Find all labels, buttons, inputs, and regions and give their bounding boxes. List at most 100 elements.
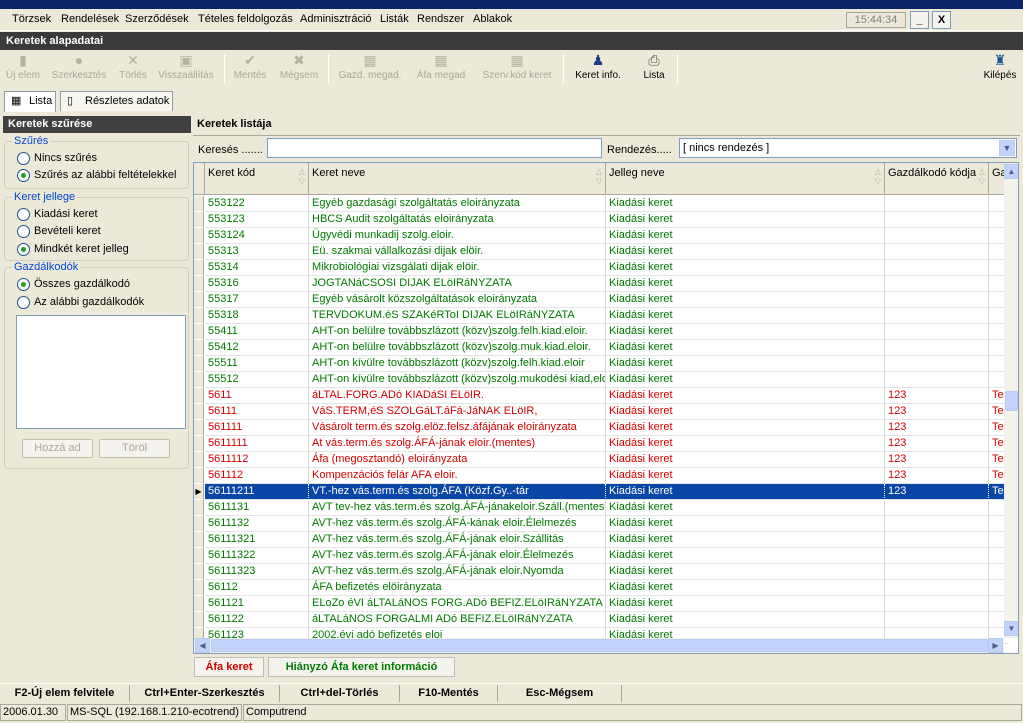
menu-rendelesek[interactable]: Rendelések — [61, 13, 119, 25]
row-indicator[interactable] — [194, 580, 204, 596]
radio-alabbi[interactable]: Az alábbi gazdálkodók — [17, 295, 144, 309]
table-row[interactable]: 55411 AHT-on belülre továbbszlázott (közv… — [194, 324, 1009, 340]
row-indicator[interactable] — [194, 436, 204, 452]
row-indicator[interactable] — [194, 388, 204, 404]
menu-listak[interactable]: Listák — [380, 13, 409, 25]
table-row[interactable]: 55317 Egyéb vásárolt közszolgáltatások el… — [194, 292, 1009, 308]
table-row[interactable]: 55313 Eü. szakmai vállalkozási dijak elöi… — [194, 244, 1009, 260]
row-indicator[interactable] — [194, 244, 204, 260]
save-button[interactable]: ✔ Mentés — [230, 52, 270, 86]
add-button[interactable]: Hozzá ad — [22, 439, 93, 458]
row-indicator[interactable] — [194, 340, 204, 356]
row-indicator[interactable] — [194, 596, 204, 612]
table-row[interactable]: 561112 Kompenzációs felár AFA eloir. Kiadá… — [194, 468, 1009, 484]
radio-beveteli[interactable]: Bevételi keret — [17, 224, 101, 238]
table-row[interactable]: 55314 Mikrobiológiai vizsgálati dijak elö… — [194, 260, 1009, 276]
close-button[interactable]: X — [932, 11, 951, 29]
table-row[interactable]: 55412 AHT-on belülre továbbszlázott (közv… — [194, 340, 1009, 356]
col-gazdalkodo-kod[interactable]: Gazdálkodó kódja △ ▽ — [885, 163, 989, 195]
table-row[interactable]: 55318 TERVDOKUM.éS SZAKéRToI DIJAK ELöIRá… — [194, 308, 1009, 324]
row-indicator[interactable] — [194, 404, 204, 420]
sort-select[interactable]: [ nincs rendezés ] ▼ — [679, 138, 1017, 158]
vertical-scrollbar[interactable]: ▲ ▼ — [1004, 163, 1018, 638]
gazd-megad-button[interactable]: ▦ Gazd. megad. — [334, 52, 406, 86]
horizontal-scrollbar[interactable]: ◀ ▶ — [194, 638, 1004, 653]
radio-kiadasi[interactable]: Kiadási keret — [17, 207, 98, 221]
table-row[interactable]: 56111321 AVT-hez vás.term.és szolg.ÁFÁ-já… — [194, 532, 1009, 548]
afa-megad-button[interactable]: ▦ Áfa megad — [411, 52, 471, 86]
table-row[interactable]: 5611111 At vás.term.és szolg.ÁFÁ-jának el… — [194, 436, 1009, 452]
chevron-down-icon[interactable]: ▼ — [999, 140, 1015, 156]
menu-rendszer[interactable]: Rendszer — [417, 13, 464, 25]
table-row[interactable]: 55511 AHT-on kívülre továbbszlázott (közv… — [194, 356, 1009, 372]
table-row[interactable]: 5611112 Áfa (megosztandó) eloirányzata Kia… — [194, 452, 1009, 468]
row-indicator[interactable]: ▶ — [194, 484, 204, 500]
col-jelleg-neve[interactable]: Jelleg neve △ ▽ — [606, 163, 885, 195]
row-indicator[interactable] — [194, 324, 204, 340]
row-indicator[interactable] — [194, 452, 204, 468]
menu-adminisztracio[interactable]: Adminisztráció — [300, 13, 372, 25]
table-row[interactable]: 5611132 AVT-hez vás.term.és szolg.ÁFÁ-kán… — [194, 516, 1009, 532]
table-row[interactable]: 55512 AHT-on kívülre továbbszlázott (közv… — [194, 372, 1009, 388]
row-indicator[interactable] — [194, 420, 204, 436]
tab-lista[interactable]: ▦ Lista — [4, 91, 56, 112]
radio-filter-conditions[interactable]: Szűrés az alábbi feltételekkel — [17, 168, 176, 182]
lista-button[interactable]: ⎙ Lista — [634, 52, 674, 86]
tab-reszletes[interactable]: ▯ Részletes adatok — [60, 91, 173, 111]
table-row[interactable]: 553124 Ügyvédi munkadij szolg.eloir. Kiadá… — [194, 228, 1009, 244]
remove-button[interactable]: Töröl — [99, 439, 170, 458]
table-row[interactable]: 56111 VáS.TERM,éS SZOLGáLT.áFá-JáNAK ELöI… — [194, 404, 1009, 420]
table-row[interactable]: 5611 áLTAL.FORG.ADó KIADáSI ELöIR. Kiadási… — [194, 388, 1009, 404]
row-indicator[interactable] — [194, 228, 204, 244]
fkey-save[interactable]: F10-Mentés — [400, 685, 498, 702]
fkey-cancel[interactable]: Esc-Mégsem — [498, 685, 622, 702]
cancel-button[interactable]: ✖ Mégsem — [276, 52, 322, 86]
delete-button[interactable]: ✕ Törlés — [116, 52, 150, 86]
row-indicator[interactable] — [194, 308, 204, 324]
radio-no-filter[interactable]: Nincs szűrés — [17, 151, 97, 165]
row-indicator[interactable] — [194, 276, 204, 292]
menu-torzsek[interactable]: Törzsek — [12, 13, 51, 25]
hscroll-thumb[interactable] — [211, 639, 988, 652]
table-row[interactable]: 55316 JOGTANáCSOSI DIJAK ELöIRáNYZATA Kiad… — [194, 276, 1009, 292]
table-row[interactable]: 561111 Vásárolt term.és szolg.elöz.felsz.… — [194, 420, 1009, 436]
row-indicator[interactable] — [194, 612, 204, 628]
fkey-new[interactable]: F2-Új elem felvitele — [0, 685, 130, 702]
scroll-right-icon[interactable]: ▶ — [988, 638, 1003, 653]
edit-button[interactable]: ● Szerkesztés — [49, 52, 109, 86]
table-row[interactable]: 5611131 AVT tev-hez vás.term.és szolg.ÁFÁ… — [194, 500, 1009, 516]
new-button[interactable]: ▮ Új elem — [3, 52, 43, 86]
fkey-delete[interactable]: Ctrl+del-Törlés — [280, 685, 400, 702]
row-indicator[interactable] — [194, 468, 204, 484]
row-indicator[interactable] — [194, 564, 204, 580]
table-row[interactable]: 553123 HBCS Audit szolgáltatás eloirányza… — [194, 212, 1009, 228]
row-indicator[interactable] — [194, 292, 204, 308]
row-indicator[interactable] — [194, 516, 204, 532]
table-row[interactable]: 56112 ÁFA befizetés elöirányzata Kiadási k… — [194, 580, 1009, 596]
table-row[interactable]: ▶ 56111211 VT.-hez vás.term.és szolg.ÁFA (… — [194, 484, 1009, 500]
radio-osszes[interactable]: Összes gazdálkodó — [17, 277, 130, 291]
row-indicator[interactable] — [194, 548, 204, 564]
table-row[interactable]: 561122 áLTALáNOS FORGALMI ADó BEFIZ.ELöIR… — [194, 612, 1009, 628]
table-row[interactable]: 56111323 AVT-hez vás.term.és szolg.ÁFÁ-já… — [194, 564, 1009, 580]
row-indicator[interactable] — [194, 260, 204, 276]
row-indicator[interactable] — [194, 196, 204, 212]
radio-mindket[interactable]: Mindkét keret jelleg — [17, 242, 129, 256]
col-keret-neve[interactable]: Keret neve △ ▽ — [309, 163, 606, 195]
scroll-thumb[interactable] — [1005, 391, 1018, 411]
row-indicator[interactable] — [194, 356, 204, 372]
fkey-edit[interactable]: Ctrl+Enter-Szerkesztés — [130, 685, 280, 702]
col-keret-kod[interactable]: Keret kód △ ▽ — [205, 163, 309, 195]
row-indicator[interactable] — [194, 212, 204, 228]
row-indicator[interactable] — [194, 372, 204, 388]
menu-teteles[interactable]: Tételes feldolgozás — [198, 13, 293, 25]
table-row[interactable]: 561121 ELoZo éVI áLTALáNOS FORG.ADó BEFIZ… — [194, 596, 1009, 612]
scroll-down-icon[interactable]: ▼ — [1004, 621, 1018, 636]
szerv-kod-button[interactable]: ▦ Szerv.kód keret — [476, 52, 558, 86]
keret-info-button[interactable]: ♟ Keret info. — [569, 52, 627, 86]
table-row[interactable]: 56111322 AVT-hez vás.term.és szolg.ÁFÁ-já… — [194, 548, 1009, 564]
gazdalkodo-listbox[interactable] — [16, 315, 186, 429]
menu-ablakok[interactable]: Ablakok — [473, 13, 512, 25]
row-indicator[interactable] — [194, 532, 204, 548]
table-row[interactable]: 553122 Egyéb gazdasági szolgáltatás eloir… — [194, 196, 1009, 212]
